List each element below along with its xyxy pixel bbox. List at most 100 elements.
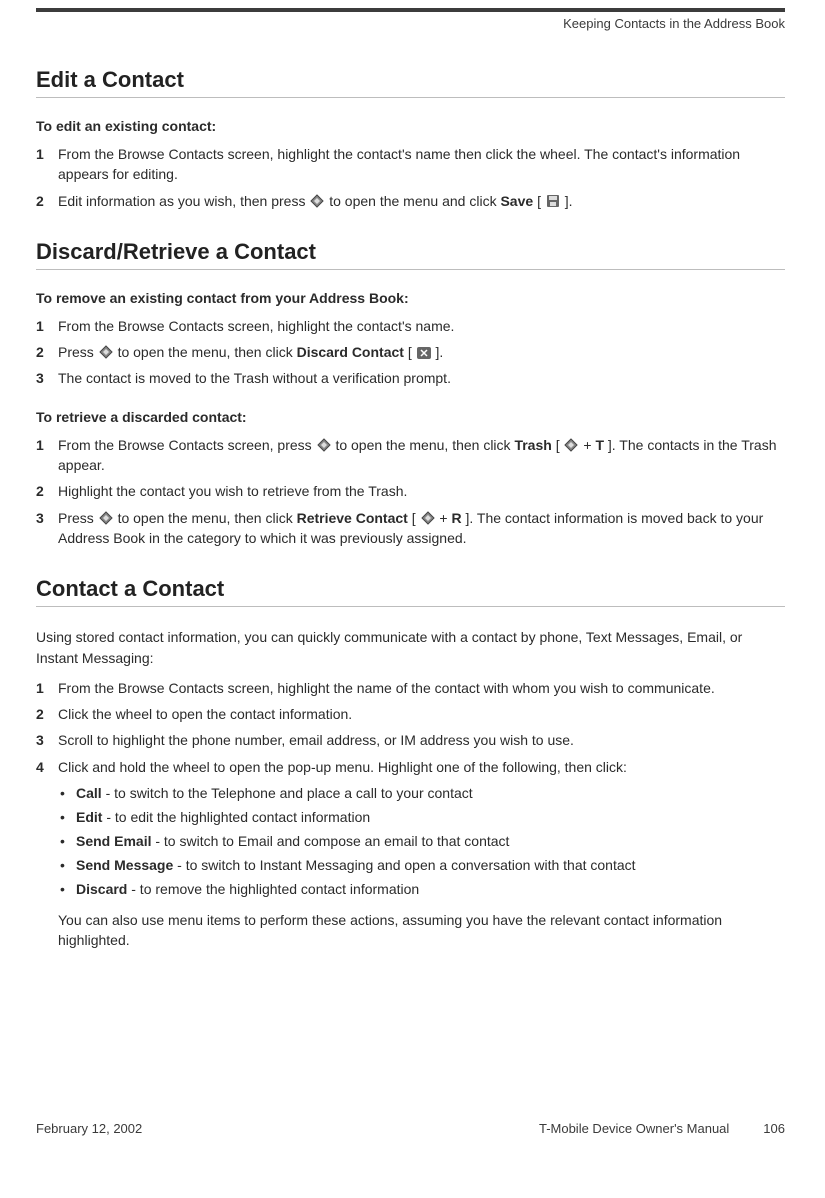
list-item: Send Email - to switch to Email and comp… — [58, 831, 785, 852]
diamond-icon — [317, 438, 331, 452]
section-title-contact: Contact a Contact — [36, 576, 785, 602]
text-frag: - to remove the highlighted contact info… — [131, 881, 419, 897]
step-number: 2 — [36, 191, 58, 211]
step: 1 From the Browse Contacts screen, press… — [36, 435, 785, 476]
text-frag: [ — [556, 437, 564, 453]
text-frag: Press — [58, 510, 98, 526]
section-rule — [36, 269, 785, 270]
text-frag: + — [439, 510, 451, 526]
step-text: Edit information as you wish, then press… — [58, 191, 785, 211]
footer-manual: T-Mobile Device Owner's Manual — [539, 1121, 729, 1136]
step: 2 Highlight the contact you wish to retr… — [36, 481, 785, 501]
text-frag: to open the menu, then click — [335, 437, 514, 453]
section-rule — [36, 97, 785, 98]
step-text: From the Browse Contacts screen, press t… — [58, 435, 785, 476]
text-frag: ]. — [436, 344, 444, 360]
intro-paragraph: Using stored contact information, you ca… — [36, 627, 785, 668]
text-frag: ]. — [565, 193, 573, 209]
steps-remove: 1 From the Browse Contacts screen, highl… — [36, 316, 785, 389]
step-text: Press to open the menu, then click Retri… — [58, 508, 785, 549]
steps-contact: 1 From the Browse Contacts screen, highl… — [36, 678, 785, 777]
text-frag: [ — [412, 510, 420, 526]
step-number: 1 — [36, 316, 58, 336]
step-text: Click the wheel to open the contact info… — [58, 704, 785, 724]
step-text: From the Browse Contacts screen, highlig… — [58, 316, 785, 336]
diamond-icon — [99, 511, 113, 525]
text-frag: [ — [537, 193, 545, 209]
bold-text: Discard Contact — [297, 344, 404, 360]
step: 2 Press to open the menu, then click Dis… — [36, 342, 785, 362]
bold-text: Discard — [76, 881, 127, 897]
text-frag: - to edit the highlighted contact inform… — [106, 809, 370, 825]
text-frag: Press — [58, 344, 98, 360]
diamond-icon — [99, 345, 113, 359]
bold-text: Edit — [76, 809, 102, 825]
section-title-discard: Discard/Retrieve a Contact — [36, 239, 785, 265]
step-number: 1 — [36, 144, 58, 164]
step: 1 From the Browse Contacts screen, highl… — [36, 678, 785, 698]
text-frag: - to switch to the Telephone and place a… — [106, 785, 473, 801]
text-frag: Edit information as you wish, then press — [58, 193, 309, 209]
step: 3 Press to open the menu, then click Ret… — [36, 508, 785, 549]
step-text: Click and hold the wheel to open the pop… — [58, 757, 785, 777]
bold-text: T — [595, 437, 604, 453]
step: 2 Edit information as you wish, then pre… — [36, 191, 785, 211]
step: 4 Click and hold the wheel to open the p… — [36, 757, 785, 777]
step-number: 1 — [36, 678, 58, 698]
subhead-retrieve: To retrieve a discarded contact: — [36, 409, 785, 425]
diamond-icon — [421, 511, 435, 525]
save-icon — [546, 194, 560, 208]
diamond-icon — [310, 194, 324, 208]
text-frag: to open the menu and click — [329, 193, 500, 209]
subhead-edit: To edit an existing contact: — [36, 118, 785, 134]
step: 3 Scroll to highlight the phone number, … — [36, 730, 785, 750]
page-footer: February 12, 2002 T-Mobile Device Owner'… — [36, 1121, 785, 1160]
steps-edit: 1 From the Browse Contacts screen, highl… — [36, 144, 785, 211]
step-text: Press to open the menu, then click Disca… — [58, 342, 785, 362]
text-frag: - to switch to Instant Messaging and ope… — [177, 857, 635, 873]
chapter-title: Keeping Contacts in the Address Book — [36, 16, 785, 31]
step-number: 2 — [36, 481, 58, 501]
step: 1 From the Browse Contacts screen, highl… — [36, 316, 785, 336]
step-number: 2 — [36, 342, 58, 362]
bold-text: Retrieve Contact — [297, 510, 408, 526]
step-number: 4 — [36, 757, 58, 777]
step: 1 From the Browse Contacts screen, highl… — [36, 144, 785, 185]
text-frag: + — [583, 437, 595, 453]
bold-text: Send Message — [76, 857, 173, 873]
list-item: Call - to switch to the Telephone and pl… — [58, 783, 785, 804]
step-text: Highlight the contact you wish to retrie… — [58, 481, 785, 501]
steps-retrieve: 1 From the Browse Contacts screen, press… — [36, 435, 785, 548]
discard-icon — [417, 347, 431, 359]
step-text: From the Browse Contacts screen, highlig… — [58, 144, 785, 185]
section-title-edit: Edit a Contact — [36, 67, 785, 93]
section-rule — [36, 606, 785, 607]
step-number: 2 — [36, 704, 58, 724]
step-number: 3 — [36, 508, 58, 528]
step: 3 The contact is moved to the Trash with… — [36, 368, 785, 388]
list-item: Edit - to edit the highlighted contact i… — [58, 807, 785, 828]
step-number: 3 — [36, 368, 58, 388]
footer-page: 106 — [763, 1121, 785, 1136]
bold-text: Call — [76, 785, 102, 801]
text-frag: [ — [408, 344, 412, 360]
text-frag: - to switch to Email and compose an emai… — [155, 833, 509, 849]
step-number: 1 — [36, 435, 58, 455]
step-text: Scroll to highlight the phone number, em… — [58, 730, 785, 750]
step: 2 Click the wheel to open the contact in… — [36, 704, 785, 724]
bold-text: R — [451, 510, 461, 526]
text-frag: From the Browse Contacts screen, press — [58, 437, 316, 453]
text-frag: to open the menu, then click — [118, 344, 297, 360]
top-rule — [36, 8, 785, 12]
step-text: From the Browse Contacts screen, highlig… — [58, 678, 785, 698]
step-text: The contact is moved to the Trash withou… — [58, 368, 785, 388]
subhead-remove: To remove an existing contact from your … — [36, 290, 785, 306]
step-number: 3 — [36, 730, 58, 750]
text-frag: to open the menu, then click — [118, 510, 297, 526]
bold-text: Send Email — [76, 833, 151, 849]
note-paragraph: You can also use menu items to perform t… — [58, 910, 785, 951]
footer-date: February 12, 2002 — [36, 1121, 142, 1136]
bold-text: Save — [500, 193, 533, 209]
list-item: Send Message - to switch to Instant Mess… — [58, 855, 785, 876]
diamond-icon — [564, 438, 578, 452]
